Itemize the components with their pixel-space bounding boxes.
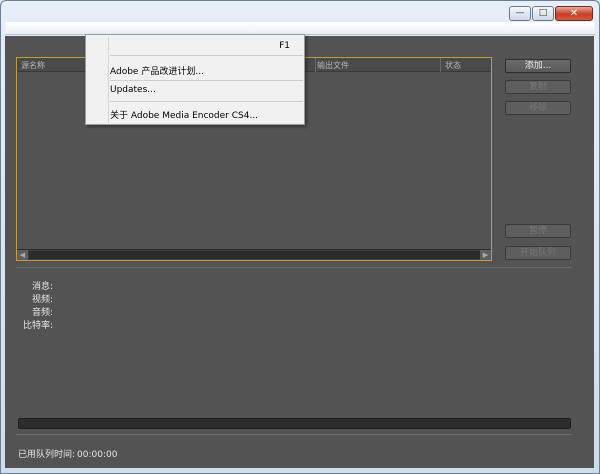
- menu-item-updates[interactable]: Updates...: [110, 85, 156, 95]
- remove-button[interactable]: 移除: [505, 101, 571, 115]
- menu-gutter: [108, 37, 109, 123]
- close-icon: ✕: [569, 7, 579, 19]
- maximize-button[interactable]: □: [532, 6, 554, 21]
- help-dropdown-menu: F1 Adobe 产品改进计划... Updates... 关于 Adobe M…: [85, 34, 305, 125]
- scroll-right-arrow-icon[interactable]: ▶: [480, 250, 491, 260]
- maximize-icon: □: [538, 8, 548, 18]
- elapsed-label: 已用队列时间:: [18, 450, 76, 460]
- menu-separator: [110, 101, 303, 102]
- scroll-left-arrow-icon[interactable]: ◀: [17, 250, 28, 260]
- column-separator: [315, 58, 316, 72]
- elapsed-value: 00:00:00: [77, 450, 118, 460]
- menu-item-about[interactable]: 关于 Adobe Media Encoder CS4...: [110, 108, 258, 121]
- video-label: 视频:: [31, 295, 53, 305]
- menu-separator: [110, 80, 303, 81]
- window-controls: — □ ✕: [509, 6, 593, 21]
- help-shortcut[interactable]: F1: [279, 41, 290, 51]
- elapsed-queue-time: 已用队列时间: 00:00:00: [18, 447, 117, 460]
- horizontal-scrollbar[interactable]: ◀ ▶: [17, 249, 491, 260]
- pause-button[interactable]: 暂停: [505, 224, 571, 238]
- add-button[interactable]: 添加...: [505, 59, 571, 73]
- column-source-name[interactable]: 源名称: [21, 60, 45, 71]
- minimize-button[interactable]: —: [509, 6, 531, 21]
- divider: [16, 434, 572, 435]
- start-queue-button[interactable]: 开始队列: [505, 246, 571, 260]
- minimize-icon: —: [515, 8, 525, 18]
- menu-separator: [110, 55, 303, 56]
- progress-bar: [18, 418, 571, 429]
- close-button[interactable]: ✕: [555, 6, 593, 21]
- message-label: 消息:: [31, 282, 53, 292]
- menu-item-product-improvement[interactable]: Adobe 产品改进计划...: [110, 64, 204, 77]
- duplicate-button[interactable]: 复制: [505, 80, 571, 94]
- bitrate-label: 比特率:: [22, 321, 53, 331]
- audio-label: 音频:: [31, 308, 53, 318]
- divider: [16, 267, 572, 268]
- column-status[interactable]: 状态: [445, 60, 461, 71]
- column-output-file[interactable]: 输出文件: [317, 60, 349, 71]
- scrollbar-thumb[interactable]: [29, 251, 481, 259]
- column-separator: [440, 58, 441, 72]
